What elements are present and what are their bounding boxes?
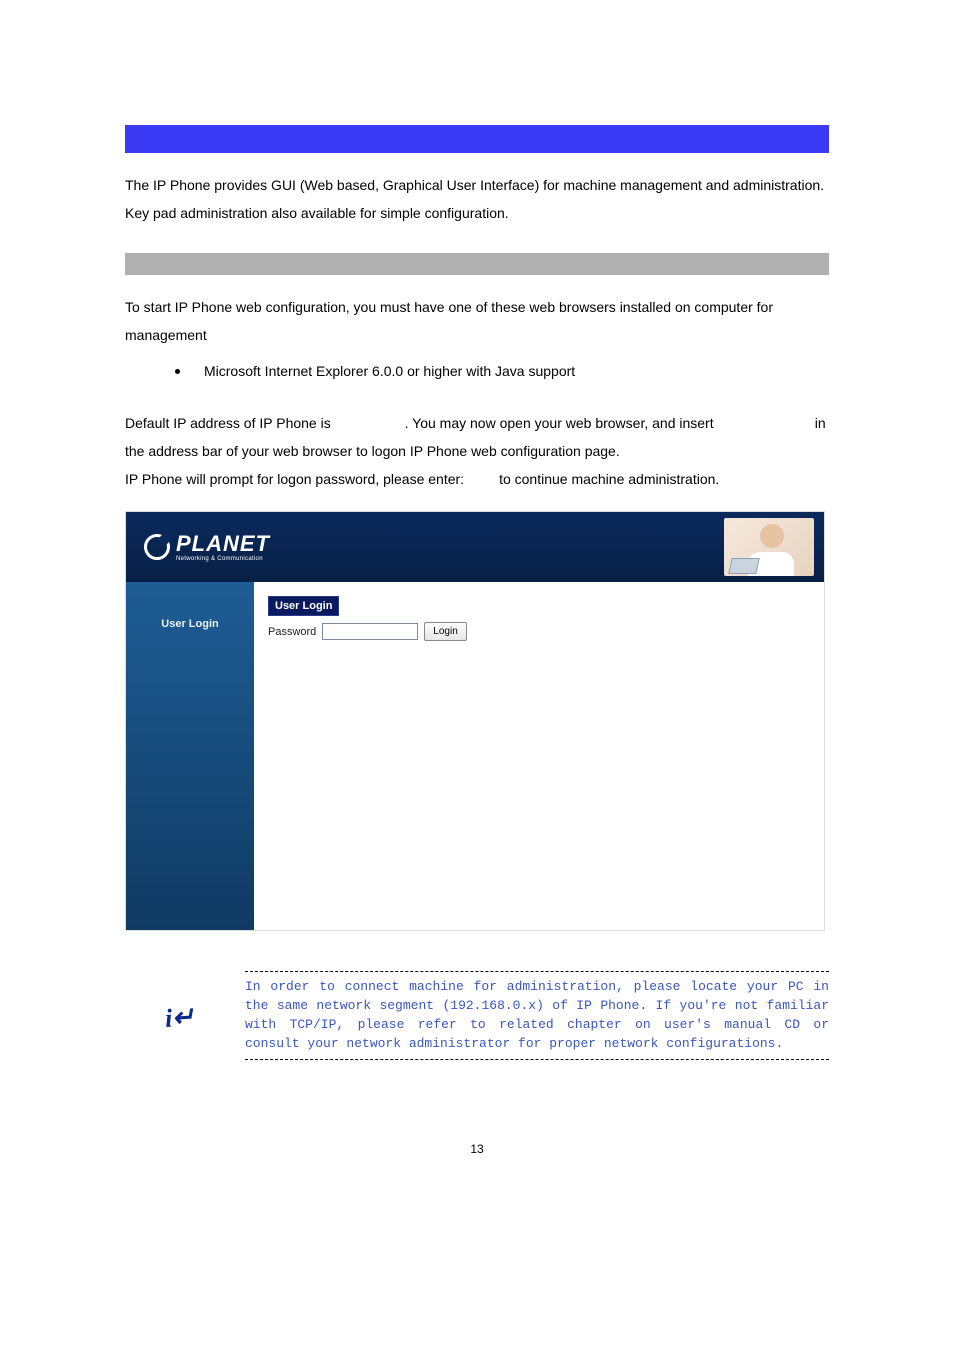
section-bar: [125, 253, 829, 275]
ip-line3-suffix: to continue machine administration.: [499, 471, 719, 487]
pane-title: User Login: [268, 596, 339, 616]
sidebar: User Login: [126, 582, 254, 930]
brand-name: PLANET: [176, 533, 270, 555]
note-icon: i↵: [164, 1002, 195, 1034]
brand-sub: Networking & Communication: [176, 556, 270, 562]
main-pane: User Login Password Login: [254, 582, 824, 930]
password-input[interactable]: [322, 623, 418, 640]
sidebar-item-user-login[interactable]: User Login: [126, 618, 254, 630]
note-rule-bottom: [245, 1059, 829, 1060]
page-number: 13: [125, 1142, 829, 1156]
login-screenshot: PLANET Networking & Communication User L…: [125, 511, 825, 931]
note-rule-top: [245, 971, 829, 972]
web-req-intro: To start IP Phone web configuration, you…: [125, 293, 829, 349]
app-header: PLANET Networking & Communication: [126, 512, 824, 582]
note-text: In order to connect machine for administ…: [245, 978, 829, 1053]
default-ip-block: Default IP address of IP Phone is . You …: [125, 409, 829, 493]
ip-gap-2: [718, 415, 811, 431]
note-block: i↵ In order to connect machine for admin…: [125, 969, 829, 1060]
ip-gap-3: [468, 471, 495, 487]
password-label: Password: [268, 626, 316, 638]
header-photo: [724, 518, 814, 576]
ip-line3-prefix: IP Phone will prompt for logon password,…: [125, 471, 468, 487]
logo-ring-icon: [144, 534, 170, 560]
browser-requirement-text: Microsoft Internet Explorer 6.0.0 or hig…: [204, 363, 575, 379]
ip-line1-suffix: . You may now open your web browser, and…: [405, 415, 718, 431]
chapter-banner: [125, 125, 829, 153]
intro-paragraph: The IP Phone provides GUI (Web based, Gr…: [125, 171, 829, 227]
ip-gap-1: [335, 415, 401, 431]
ip-line1-prefix: Default IP address of IP Phone is: [125, 415, 335, 431]
browser-requirement: Microsoft Internet Explorer 6.0.0 or hig…: [175, 363, 829, 379]
bullet-icon: [175, 369, 180, 374]
login-button[interactable]: Login: [424, 622, 466, 641]
brand-logo: PLANET Networking & Communication: [144, 533, 270, 562]
